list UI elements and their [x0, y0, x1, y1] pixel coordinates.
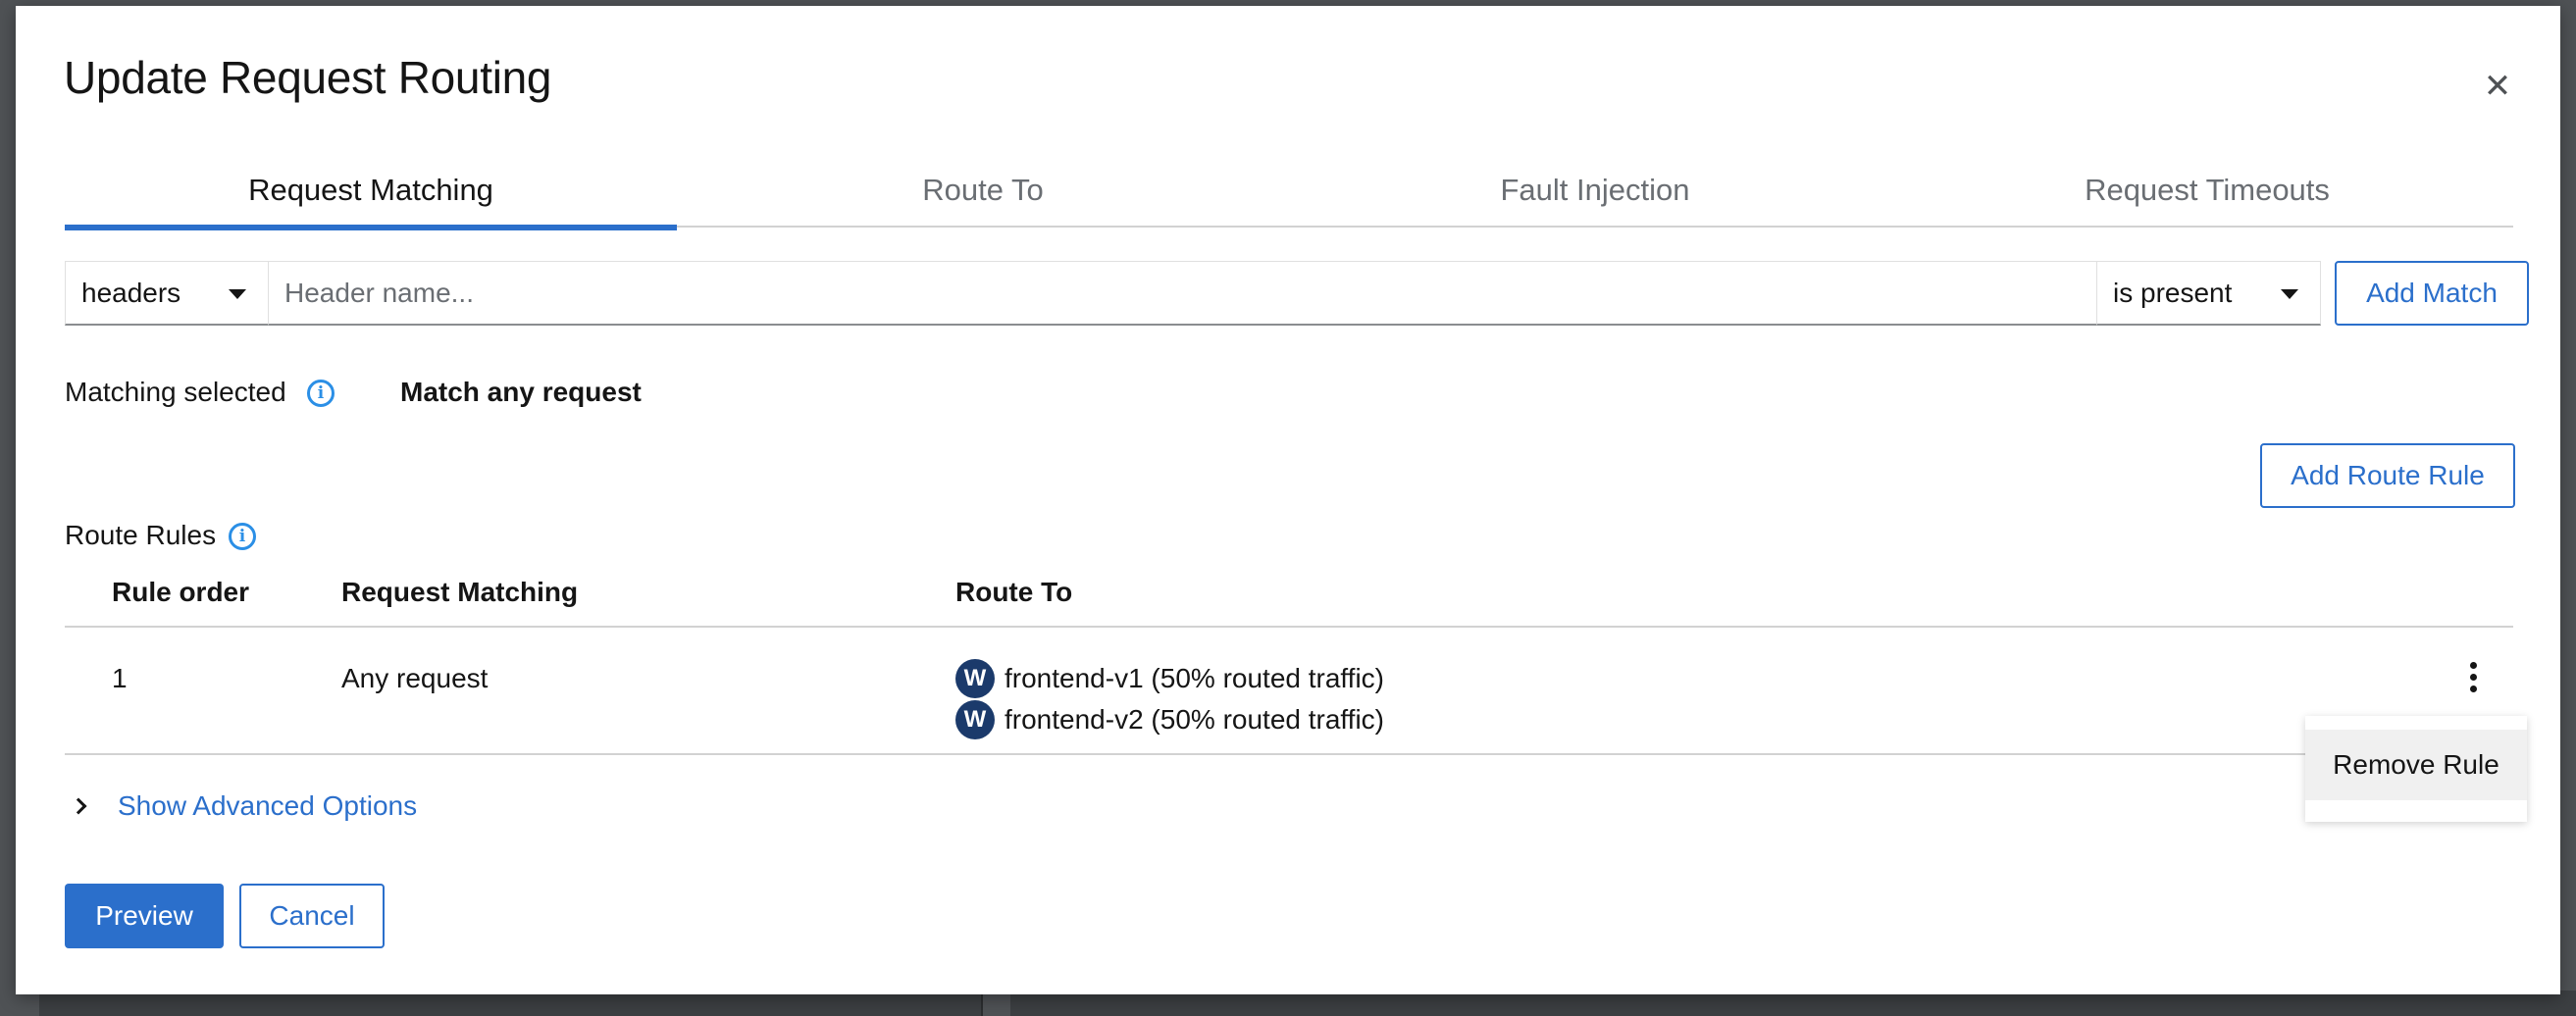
show-advanced-options-label: Show Advanced Options [118, 790, 418, 821]
column-header-route-to: Route To [955, 577, 1073, 607]
match-condition-select[interactable]: is present [2097, 261, 2321, 326]
column-header-request-matching: Request Matching [341, 577, 579, 607]
info-icon[interactable]: i [307, 380, 335, 407]
preview-button[interactable]: Preview [65, 884, 224, 948]
workload-badge-icon: W [955, 659, 995, 698]
modal-title: Update Request Routing [64, 52, 552, 103]
column-header-rule-order: Rule order [112, 577, 250, 607]
caret-down-icon [229, 289, 246, 299]
match-type-select[interactable]: headers [65, 261, 269, 326]
tab-route-to[interactable]: Route To [677, 153, 1289, 228]
tab-bar: Request Matching Route To Fault Injectio… [65, 153, 2513, 230]
close-icon[interactable]: ✕ [2478, 67, 2517, 106]
kebab-menu-icon[interactable] [2458, 657, 2488, 696]
match-type-value: headers [81, 277, 181, 308]
tab-request-timeouts[interactable]: Request Timeouts [1901, 153, 2513, 228]
info-icon[interactable]: i [229, 523, 256, 550]
caret-down-icon [2281, 289, 2298, 299]
route-rules-label: Route Rules [65, 520, 217, 550]
match-condition-value: is present [2113, 277, 2233, 308]
show-advanced-options-toggle[interactable]: Show Advanced Options [65, 790, 417, 822]
tab-request-matching[interactable]: Request Matching [65, 153, 677, 230]
match-row: headers is present Add Match [65, 261, 2529, 326]
route-entry: W frontend-v2 (50% routed traffic) [955, 700, 1384, 739]
rule-order-cell: 1 [112, 663, 128, 693]
workload-badge-icon: W [955, 700, 995, 739]
cancel-button[interactable]: Cancel [239, 884, 385, 948]
remove-rule-menu-item[interactable]: Remove Rule [2305, 730, 2527, 800]
add-match-button[interactable]: Add Match [2335, 261, 2529, 326]
route-entry-text: frontend-v1 (50% routed traffic) [1005, 663, 1385, 693]
tab-fault-injection[interactable]: Fault Injection [1289, 153, 1901, 228]
matching-selected-label: Matching selected [65, 377, 286, 407]
update-routing-modal: Update Request Routing ✕ Request Matchin… [16, 6, 2560, 994]
matching-selected-value: Match any request [400, 377, 642, 407]
chevron-right-icon [70, 797, 87, 815]
table-row: 1 Any request W frontend-v1 (50% routed … [65, 628, 2513, 755]
add-route-rule-button[interactable]: Add Route Rule [2260, 443, 2515, 508]
route-rules-table: Rule order Request Matching Route To 1 A… [65, 563, 2513, 755]
route-entry: W frontend-v1 (50% routed traffic) [955, 659, 1384, 698]
table-header: Rule order Request Matching Route To [65, 563, 2513, 628]
request-matching-cell: Any request [341, 663, 489, 693]
header-name-input[interactable] [269, 261, 2097, 326]
route-entry-text: frontend-v2 (50% routed traffic) [1005, 704, 1385, 735]
row-actions-menu: Remove Rule [2305, 716, 2527, 822]
